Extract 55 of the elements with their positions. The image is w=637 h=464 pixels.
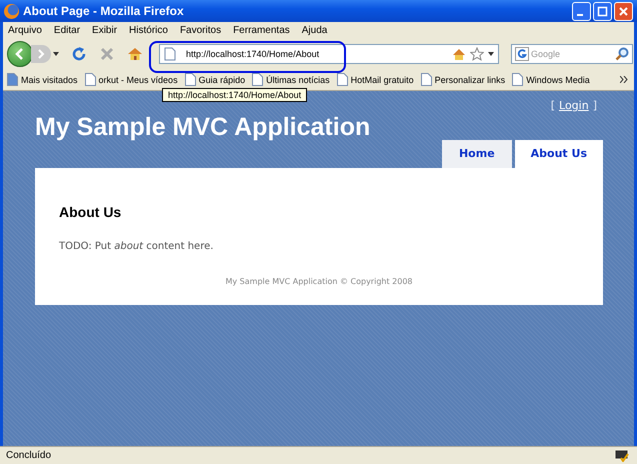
back-button[interactable]	[7, 41, 33, 67]
page-icon	[336, 73, 348, 86]
close-button[interactable]	[614, 2, 633, 20]
dropdown-icon[interactable]	[53, 52, 59, 56]
browser-logo-icon	[4, 4, 19, 18]
search-icon[interactable]	[615, 47, 629, 61]
page-icon	[512, 73, 524, 86]
menu-item[interactable]: Ajuda	[302, 25, 328, 36]
minimize-button[interactable]	[572, 2, 591, 20]
login-link[interactable]: Login	[559, 99, 589, 112]
body-text: TODO: Put about content here.	[59, 241, 214, 252]
star-icon[interactable]	[470, 47, 484, 61]
chevron-icon[interactable]	[620, 76, 628, 83]
nav-tab[interactable]: Home	[442, 140, 512, 168]
reload-icon[interactable]	[71, 46, 87, 62]
minimize-icon	[577, 14, 583, 16]
site-title: My Sample MVC Application	[35, 113, 372, 143]
search-field[interactable]: Google	[511, 44, 633, 64]
close-icon	[617, 4, 630, 18]
search-engine-icon[interactable]	[515, 47, 529, 61]
status-icon	[615, 450, 629, 462]
bookmark-link[interactable]: Mais visitados	[7, 73, 78, 86]
bracket-text: ]	[592, 99, 597, 112]
bookmark-link[interactable]: Guia rápido	[184, 73, 246, 86]
footer-text: My Sample MVC Application © Copyright 2008	[224, 277, 414, 286]
bracket-text: [	[550, 99, 556, 112]
search-input[interactable]: Google	[531, 49, 613, 59]
bookmark-link[interactable]: HotMail gratuito	[336, 73, 414, 86]
page-icon	[164, 47, 176, 61]
page-icon	[252, 73, 264, 86]
url-tooltip: http://localhost:1740/Home/About	[162, 88, 308, 102]
menu-item[interactable]: Arquivo	[8, 25, 42, 36]
home-icon[interactable]	[452, 48, 466, 60]
bookmark-link[interactable]: Últimas notícias	[252, 73, 330, 86]
page-icon	[420, 73, 432, 86]
page-icon	[84, 73, 96, 86]
menu-item[interactable]: Editar	[54, 25, 80, 36]
menu-item[interactable]: Favoritos	[180, 25, 222, 36]
home-icon[interactable]	[127, 46, 143, 62]
bookmark-link[interactable]: orkut - Meus vídeos	[84, 73, 178, 86]
menu-item[interactable]: Exibir	[92, 25, 118, 36]
status-text: Concluído	[6, 450, 52, 461]
dropdown-icon[interactable]	[488, 52, 494, 56]
window-title: About Page - Mozilla Firefox	[23, 4, 185, 18]
maximize-button[interactable]	[593, 2, 612, 20]
page-icon	[7, 73, 18, 86]
menu-item[interactable]: Histórico	[129, 25, 168, 36]
bookmark-link[interactable]: Windows Media	[512, 73, 590, 86]
maximize-icon	[596, 4, 609, 18]
menu-item[interactable]: Ferramentas	[233, 25, 290, 36]
address-field[interactable]: http://localhost:1740/Home/About	[159, 44, 499, 64]
page-icon	[184, 73, 196, 86]
nav-tab[interactable]: About Us	[514, 140, 603, 168]
bookmark-link[interactable]: Personalizar links	[420, 73, 506, 86]
page-heading: About Us	[59, 204, 122, 220]
